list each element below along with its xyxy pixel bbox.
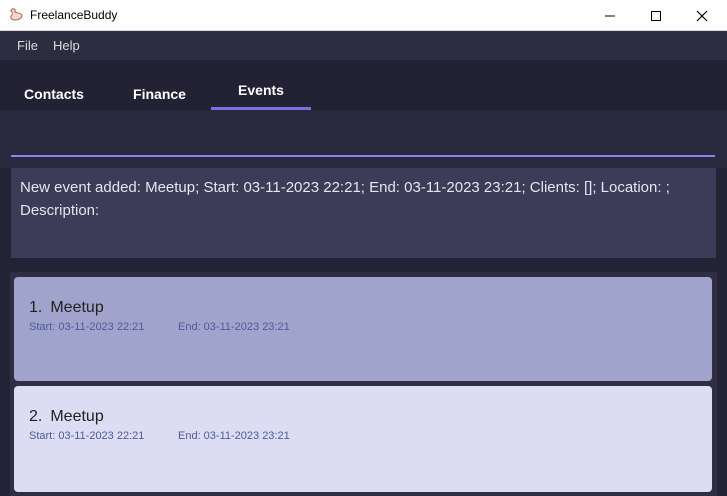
command-input[interactable]	[11, 124, 715, 154]
event-index: 1.	[29, 299, 43, 316]
command-box	[0, 110, 727, 168]
event-title: 2. Meetup	[29, 408, 104, 426]
event-index: 2.	[29, 408, 43, 425]
result-display: New event added: Meetup; Start: 03-11-20…	[11, 168, 716, 258]
menu-file[interactable]: File	[17, 38, 38, 53]
event-list[interactable]: 1. Meetup Start: 03-11-2023 22:21 End: 03…	[10, 272, 717, 496]
event-start: Start: 03-11-2023 22:21	[29, 430, 145, 442]
close-icon	[696, 10, 708, 21]
maximize-icon	[651, 10, 661, 21]
event-name: Meetup	[50, 299, 104, 316]
event-card[interactable]: 2. Meetup Start: 03-11-2023 22:21 End: 03…	[14, 386, 712, 492]
event-start: Start: 03-11-2023 22:21	[29, 321, 145, 333]
event-end: End: 03-11-2023 23:21	[178, 321, 290, 333]
minimize-button[interactable]	[587, 0, 633, 31]
window-title: FreelanceBuddy	[30, 8, 118, 22]
tab-bar: Contacts Finance Events	[0, 60, 727, 110]
event-title: 1. Meetup	[29, 299, 104, 317]
event-end: End: 03-11-2023 23:21	[178, 430, 290, 442]
close-button[interactable]	[679, 0, 725, 31]
event-name: Meetup	[50, 408, 104, 425]
tab-contacts[interactable]: Contacts	[0, 60, 108, 110]
menu-bar: File Help	[0, 31, 727, 60]
tab-events[interactable]: Events	[211, 60, 311, 110]
title-bar: FreelanceBuddy	[0, 0, 727, 31]
maximize-button[interactable]	[633, 0, 679, 31]
command-input-underline	[11, 155, 715, 157]
tab-finance[interactable]: Finance	[108, 60, 211, 110]
menu-help[interactable]: Help	[53, 38, 80, 53]
duck-logo-icon	[9, 8, 23, 21]
minimize-icon	[605, 15, 615, 16]
event-card[interactable]: 1. Meetup Start: 03-11-2023 22:21 End: 03…	[14, 277, 712, 381]
